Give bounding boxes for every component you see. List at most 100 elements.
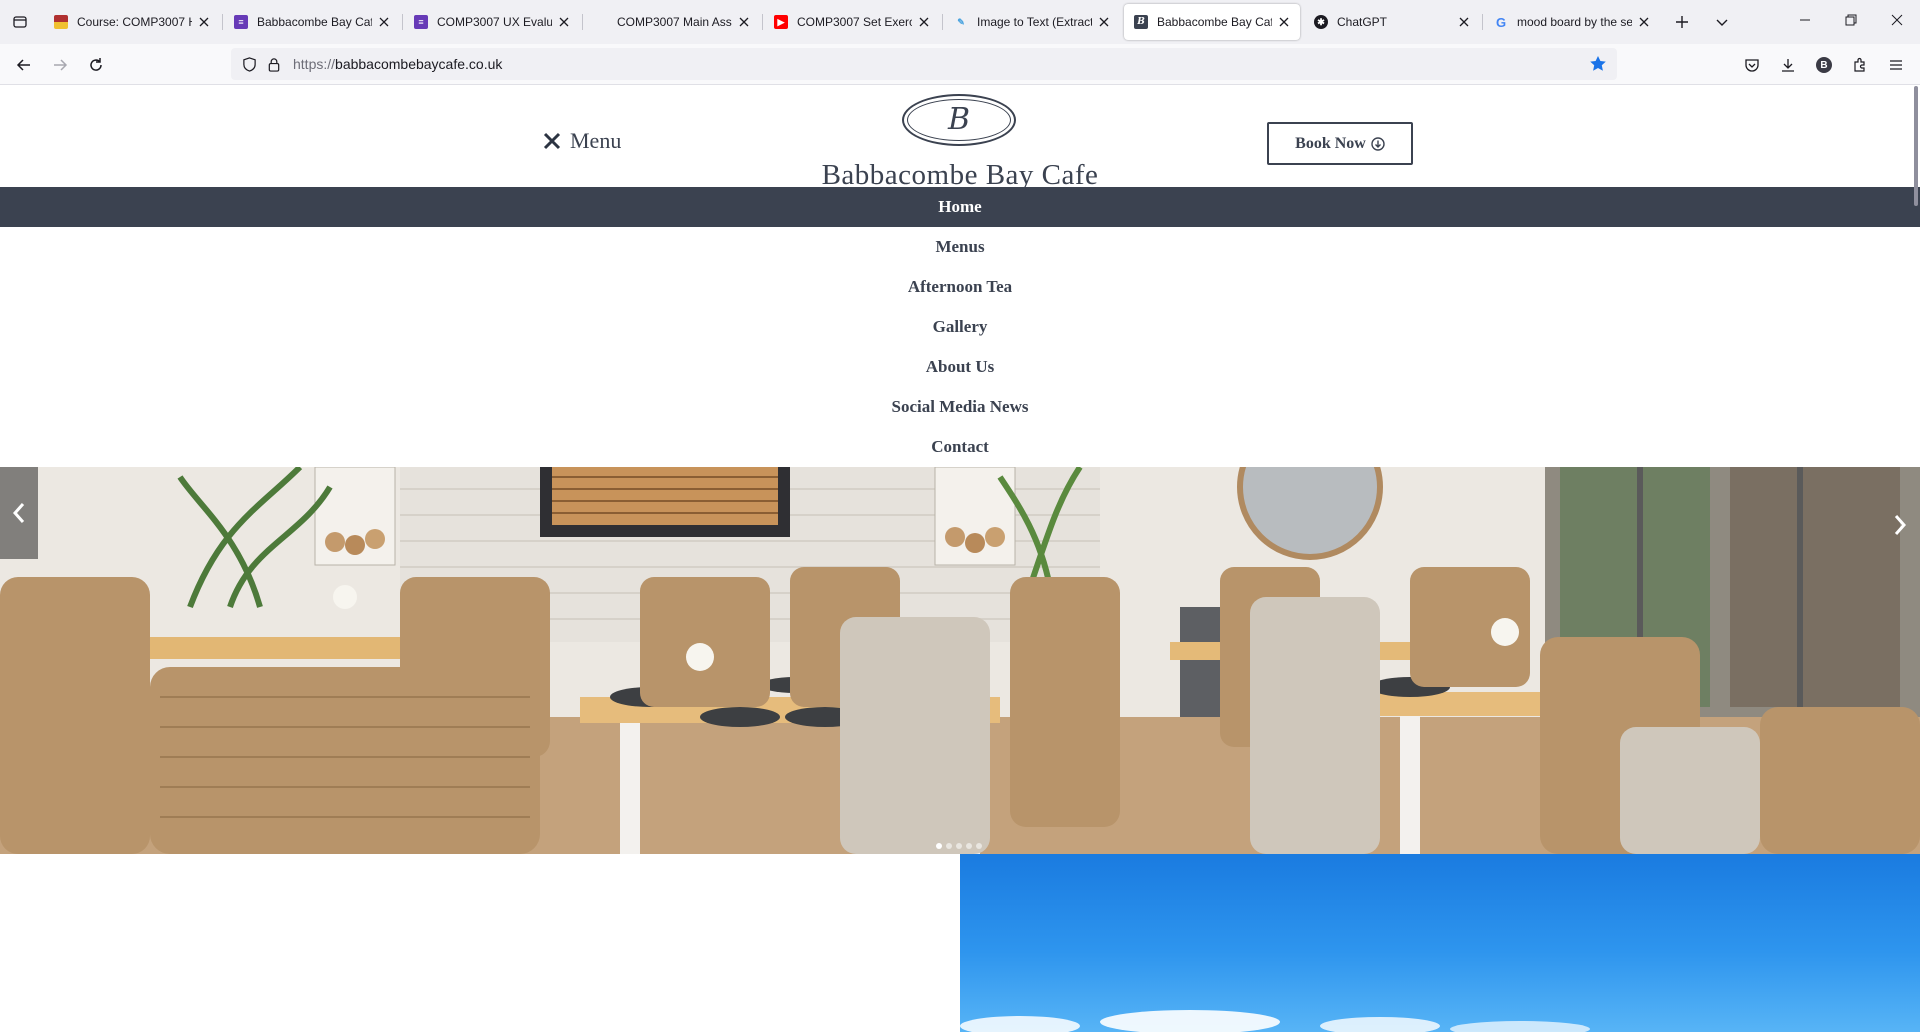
- browser-tab[interactable]: ✎ Image to Text (Extract Text: [944, 4, 1120, 40]
- content-section-left: [0, 854, 960, 1032]
- minimize-button[interactable]: [1782, 0, 1828, 40]
- nav-item-social-media-news[interactable]: Social Media News: [0, 387, 1920, 427]
- downloads-button[interactable]: [1775, 52, 1801, 78]
- nav-item-contact[interactable]: Contact: [0, 427, 1920, 467]
- close-tab-icon[interactable]: [376, 14, 392, 30]
- extensions-button[interactable]: [1847, 52, 1873, 78]
- cafe-logo[interactable]: B: [902, 94, 1016, 146]
- nav-item-about-us[interactable]: About Us: [0, 347, 1920, 387]
- profile-avatar: B: [1816, 57, 1832, 73]
- tab-separator: [1482, 14, 1483, 30]
- sea-sky-photo: [960, 854, 1920, 1032]
- reload-button[interactable]: [82, 51, 110, 79]
- reload-icon: [90, 58, 102, 71]
- tab-title: mood board by the sea: [1517, 15, 1632, 29]
- close-tab-icon[interactable]: [1276, 14, 1292, 30]
- logo-monogram: B: [947, 102, 971, 137]
- slide-indicator-dot[interactable]: [966, 843, 972, 849]
- plus-icon: [1676, 16, 1688, 28]
- tab-strip: Course: COMP3007 HCI ≡ Babbacombe Bay Cafe…: [0, 0, 1920, 44]
- pocket-icon: [1745, 59, 1759, 72]
- book-now-label: Book Now: [1295, 134, 1366, 152]
- tab-title: COMP3007 Main Assessment: [617, 15, 732, 29]
- restore-button[interactable]: [1828, 0, 1874, 40]
- web-page: Menu B Babbacombe Bay Cafe Book Now Home…: [0, 86, 1920, 1032]
- pocket-button[interactable]: [1739, 52, 1765, 78]
- slide-indicator-dot[interactable]: [936, 843, 942, 849]
- slide-indicator-dot[interactable]: [956, 843, 962, 849]
- navigation-toolbar: https://babbacombebaycafe.co.uk B: [0, 44, 1920, 85]
- browser-tab[interactable]: ≡ Babbacombe Bay Cafe: [224, 4, 400, 40]
- browser-tab[interactable]: ✱ ChatGPT: [1304, 4, 1480, 40]
- forward-button[interactable]: [46, 51, 74, 79]
- close-tab-icon[interactable]: [196, 14, 212, 30]
- close-tab-icon[interactable]: [736, 14, 752, 30]
- main-navigation: Home Menus Afternoon Tea Gallery About Us Soc…: [0, 187, 1920, 467]
- close-tab-icon[interactable]: [916, 14, 932, 30]
- tab-list-button[interactable]: [8, 9, 32, 35]
- tab-separator: [222, 14, 223, 30]
- tab-title: Course: COMP3007 HCI: [77, 15, 192, 29]
- nav-item-home[interactable]: Home: [0, 187, 1920, 227]
- tab-separator: [582, 14, 583, 30]
- profile-initial: B: [1820, 59, 1828, 71]
- forward-arrow-icon: [54, 59, 68, 71]
- hamburger-icon: [1890, 60, 1902, 70]
- browser-tab[interactable]: COMP3007 Main Assessment: [584, 4, 760, 40]
- tab-title: COMP3007 Set Exercise: [797, 15, 912, 29]
- restore-icon: [1845, 14, 1857, 26]
- form-icon: ≡: [234, 15, 248, 29]
- tracking-shield-icon[interactable]: [241, 56, 257, 72]
- menu-toggle-label: Menu: [570, 128, 622, 153]
- address-bar[interactable]: https://babbacombebaycafe.co.uk: [231, 48, 1617, 80]
- close-tab-icon[interactable]: [1456, 14, 1472, 30]
- close-tab-icon[interactable]: [556, 14, 572, 30]
- nav-item-afternoon-tea[interactable]: Afternoon Tea: [0, 267, 1920, 307]
- nav-item-menus[interactable]: Menus: [0, 227, 1920, 267]
- close-tab-icon[interactable]: [1096, 14, 1112, 30]
- url-host: babbacombebaycafe.co.uk: [335, 56, 503, 72]
- tab-separator: [762, 14, 763, 30]
- url-scheme: https://: [293, 56, 336, 72]
- chevron-down-icon: [1716, 19, 1728, 26]
- tab-title: COMP3007 UX Evaluation: [437, 15, 552, 29]
- page-scrollbar[interactable]: [1914, 86, 1918, 206]
- download-icon: [1782, 59, 1794, 72]
- slide-indicator-dot[interactable]: [946, 843, 952, 849]
- back-button[interactable]: [10, 51, 38, 79]
- browser-tab[interactable]: Gmood board by the sea: [1484, 4, 1660, 40]
- book-now-button[interactable]: Book Now: [1267, 122, 1413, 165]
- browser-tab[interactable]: ▶ COMP3007 Set Exercise: [764, 4, 940, 40]
- slideshow-next-button[interactable]: [1890, 513, 1910, 537]
- close-window-button[interactable]: [1874, 0, 1920, 40]
- tab-title: Babbacombe Bay Cafe: [1157, 15, 1272, 29]
- close-icon: [1891, 14, 1903, 26]
- menu-toggle[interactable]: Menu: [543, 128, 621, 154]
- close-menu-icon: [543, 132, 561, 150]
- tab-title: Image to Text (Extract Text: [977, 15, 1092, 29]
- new-tab-button[interactable]: [1670, 10, 1694, 34]
- bookmark-star-icon[interactable]: [1589, 55, 1607, 73]
- tab-title: Babbacombe Bay Cafe: [257, 15, 372, 29]
- cafe-logo-icon: B: [1134, 15, 1148, 29]
- nav-item-gallery[interactable]: Gallery: [0, 307, 1920, 347]
- minimize-icon: [1800, 19, 1810, 21]
- list-all-tabs-button[interactable]: [1710, 10, 1734, 34]
- browser-tab[interactable]: ≡ COMP3007 UX Evaluation: [404, 4, 580, 40]
- hero-slideshow: [0, 467, 1920, 854]
- chevron-right-icon: [1894, 515, 1907, 535]
- form-icon: ≡: [414, 15, 428, 29]
- chatgpt-icon: ✱: [1314, 15, 1328, 29]
- slideshow-indicators: [936, 843, 982, 849]
- account-button[interactable]: B: [1811, 52, 1837, 78]
- browser-tab[interactable]: B Babbacombe Bay Cafe: [1124, 4, 1300, 40]
- close-tab-icon[interactable]: [1636, 14, 1652, 30]
- youtube-icon: ▶: [774, 15, 788, 29]
- slide-indicator-dot[interactable]: [976, 843, 982, 849]
- app-menu-button[interactable]: [1883, 52, 1909, 78]
- puzzle-icon: [1854, 57, 1865, 72]
- padlock-icon[interactable]: [266, 56, 282, 72]
- slideshow-prev-button[interactable]: [0, 467, 38, 559]
- tab-list-icon: [13, 16, 27, 28]
- browser-tab[interactable]: Course: COMP3007 HCI: [44, 4, 220, 40]
